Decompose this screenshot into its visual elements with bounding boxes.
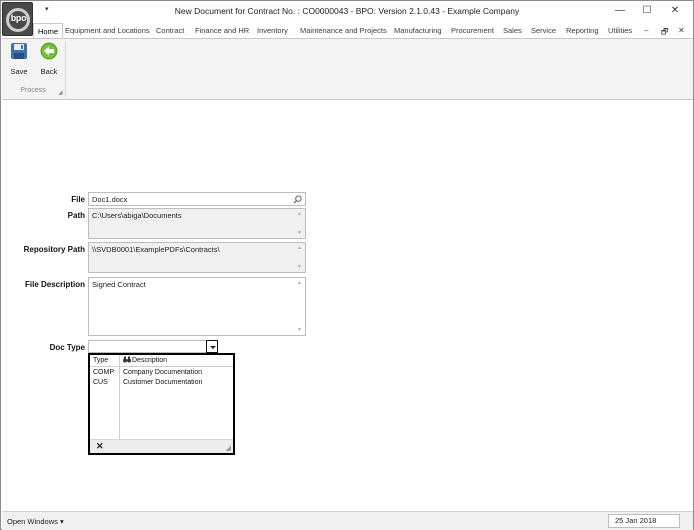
tab-maintenance-and-projects[interactable]: Maintenance and Projects [300,23,387,39]
column-header-type[interactable]: Type [93,357,108,364]
binoculars-icon [123,356,131,365]
group-label-process: Process [20,87,46,94]
path-label: Path [67,211,85,220]
scroll-up-icon[interactable]: ▲ [297,211,302,217]
maximize-button[interactable]: ☐ [639,4,655,18]
column-divider [119,355,120,439]
tab-reporting[interactable]: Reporting [566,23,599,39]
save-icon [11,43,27,59]
scroll-down-icon[interactable]: ▼ [297,230,302,236]
file-description-field[interactable]: Signed Contract ▲ ▼ [88,277,306,336]
path-value: C:\Users\abiga\Documents [92,211,182,220]
tab-sales[interactable]: Sales [503,23,522,39]
tab-manufacturing[interactable]: Manufacturing [394,23,442,39]
open-windows-menu[interactable]: Open Windows ▾ [7,517,64,526]
scroll-down-icon[interactable]: ▼ [297,264,302,270]
column-header-description[interactable]: Description [132,357,167,364]
scroll-up-icon[interactable]: ▲ [297,245,302,251]
tab-procurement[interactable]: Procurement [451,23,494,39]
repository-path-field: \\SVDB0001\ExamplePDFs\Contracts\ ▲ ▼ [88,242,306,273]
title-bar: bpo ▾ New Document for Contract No. : CO… [1,1,693,36]
ribbon-close-button[interactable]: ✕ [678,26,685,35]
tab-service[interactable]: Service [531,23,556,39]
file-label: File [71,195,85,204]
path-field: C:\Users\abiga\Documents ▲ ▼ [88,208,306,239]
back-arrow-icon [40,42,58,60]
scroll-down-icon[interactable]: ▼ [297,327,302,333]
search-icon[interactable] [293,195,302,204]
clear-icon[interactable]: ✕ [96,441,104,452]
dropdown-footer: ✕ ◢ [90,439,233,453]
tab-finance-and-hr[interactable]: Finance and HR [195,23,249,39]
save-label: Save [10,67,28,76]
ribbon-minimize-button[interactable]: – [644,26,648,35]
group-launcher-icon[interactable]: ◢ [58,89,63,96]
dropdown-header: Type Description [90,355,233,367]
repository-path-label: Repository Path [23,245,85,254]
file-description-value: Signed Contract [92,280,146,289]
save-button[interactable]: Save [5,42,33,78]
doc-type-input[interactable] [88,340,207,353]
tab-utilities[interactable]: Utilities [608,23,632,39]
file-field[interactable]: Doc1.docx [88,192,306,206]
doc-type-label: Doc Type [49,343,85,352]
chevron-down-icon [210,346,216,349]
row-type: CUS [93,379,108,386]
scroll-up-icon[interactable]: ▲ [297,280,302,286]
window-title: New Document for Contract No. : CO000004… [174,6,520,16]
file-description-label: File Description [24,280,85,289]
doc-type-dropdown-button[interactable] [206,340,218,353]
close-button[interactable]: ✕ [667,4,683,18]
tab-equipment-and-locations[interactable]: Equipment and Locations [65,23,150,39]
file-value: Doc1.docx [92,195,128,204]
back-label: Back [40,67,58,76]
row-type: COMP [93,369,114,376]
status-date: 25 Jan 2018 [608,514,680,528]
doc-type-dropdown-list: Type Description COMP Company Documentat… [88,353,235,455]
status-bar: Open Windows ▾ 25 Jan 2018 [2,511,693,530]
tab-contract[interactable]: Contract [156,23,184,39]
resize-grip-icon[interactable]: ◢ [226,444,231,452]
tab-inventory[interactable]: Inventory [257,23,288,39]
row-description: Customer Documentation [123,379,203,386]
ribbon-tabs: Home Equipment and Locations Contract Fi… [33,23,693,39]
app-window: bpo ▾ New Document for Contract No. : CO… [0,0,694,530]
ribbon-panel: Save Back Process ◢ [2,38,693,100]
row-description: Company Documentation [123,369,202,376]
minimize-button[interactable]: — [612,4,628,18]
tab-home[interactable]: Home [33,23,64,39]
group-separator [65,41,66,97]
back-button[interactable]: Back [35,42,63,78]
repository-path-value: \\SVDB0001\ExamplePDFs\Contracts\ [92,245,220,254]
